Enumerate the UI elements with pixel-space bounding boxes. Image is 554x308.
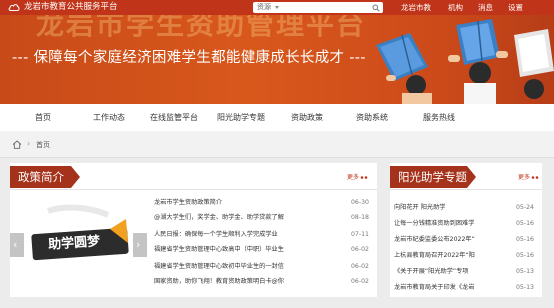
search-box[interactable]: 资源 bbox=[253, 2, 383, 13]
sunshine-panel: 阳光助学专题 更多 向阳花开 阳光助学 05-24 让每一分钱精准资助到困难学 … bbox=[390, 163, 542, 297]
list-item-date: 05-13 bbox=[516, 284, 534, 291]
list-item-date: 07-11 bbox=[351, 231, 369, 238]
chevron-left-icon: ‹ bbox=[13, 238, 18, 251]
breadcrumb-current[interactable]: 首页 bbox=[36, 140, 50, 150]
top-nav-messages[interactable]: 消息 bbox=[478, 1, 493, 14]
top-nav-institutions[interactable]: 机构 bbox=[448, 1, 463, 14]
nav-online-supervision[interactable]: 在线监管平台 bbox=[150, 104, 198, 131]
list-item-date: 06-30 bbox=[351, 199, 369, 206]
cloud-logo-icon bbox=[8, 4, 20, 11]
sunshine-panel-title: 阳光助学专题 bbox=[390, 166, 476, 188]
policy-panel-header: 政策简介 更多 bbox=[10, 163, 377, 190]
policy-more-link[interactable]: 更多 bbox=[347, 172, 368, 181]
banner-title: 龙岩市学生资助管理平台 bbox=[36, 15, 367, 41]
list-item[interactable]: 福建省学生资助管理中心致高中（中职）毕业生 bbox=[154, 245, 338, 255]
list-item[interactable]: 人民日报：确保每一个学生顺利入学完成学业 bbox=[154, 230, 338, 240]
list-item-date: 05-24 bbox=[516, 204, 534, 211]
more-arrow-icon bbox=[531, 176, 539, 179]
policy-image-slider[interactable]: 助学圆梦 ‹ › bbox=[10, 201, 147, 288]
top-bar: 龙岩市教育公共服务平台 资源 龙岩市教 机构 消息 设置 bbox=[0, 0, 554, 15]
list-item[interactable]: 国家资助，助你飞翔！教育资助政策明白卡@你 bbox=[154, 277, 338, 287]
nav-service-hotline[interactable]: 服务热线 bbox=[423, 104, 455, 131]
nav-home[interactable]: 首页 bbox=[35, 104, 51, 131]
top-nav-city-education[interactable]: 龙岩市教 bbox=[401, 1, 431, 14]
nav-aid-policy[interactable]: 资助政策 bbox=[291, 104, 323, 131]
chevron-down-icon bbox=[275, 6, 279, 9]
more-arrow-icon bbox=[360, 176, 368, 179]
list-item-date: 05-13 bbox=[516, 268, 534, 275]
breadcrumb: › 首页 bbox=[0, 131, 554, 158]
hero-banner: 龙岩市学生资助管理平台 --- 保障每个家庭经济困难学生都能健康成长长成才 --… bbox=[0, 15, 554, 104]
slider-next-button[interactable]: › bbox=[133, 233, 147, 257]
nav-work-updates[interactable]: 工作动态 bbox=[93, 104, 125, 131]
banner-slogan: --- 保障每个家庭经济困难学生都能健康成长长成才 --- bbox=[12, 50, 366, 66]
top-nav-settings[interactable]: 设置 bbox=[508, 1, 523, 14]
search-icon[interactable] bbox=[372, 4, 380, 12]
list-item-date: 06-02 bbox=[351, 246, 369, 253]
list-item-date: 05-16 bbox=[516, 236, 534, 243]
list-item[interactable]: 龙岩市教育局关于印发《龙岩 bbox=[394, 283, 512, 293]
list-item-date: 06-02 bbox=[351, 278, 369, 285]
list-item[interactable]: 龙岩市纪委监委公布2022年“ bbox=[394, 235, 512, 245]
list-item[interactable]: 龙岩市学生资助政策简介 bbox=[154, 198, 336, 208]
nav-aid-system[interactable]: 资助系统 bbox=[356, 104, 388, 131]
slide-caption: 助学圆梦 bbox=[47, 234, 101, 253]
list-item[interactable]: 福建省学生资助管理中心致初中毕业生的一封信 bbox=[154, 262, 338, 272]
list-item[interactable]: 向阳花开 阳光助学 bbox=[394, 203, 512, 213]
policy-panel-title: 政策简介 bbox=[10, 166, 80, 188]
sunshine-more-link[interactable]: 更多 bbox=[518, 172, 539, 181]
home-icon[interactable] bbox=[12, 140, 22, 149]
list-item[interactable]: 上杭县教育局召开2022年“阳 bbox=[394, 251, 512, 261]
list-item-date: 05-16 bbox=[516, 252, 534, 259]
list-item[interactable]: 让每一分钱精准资助到困难学 bbox=[394, 219, 512, 229]
breadcrumb-separator-icon: › bbox=[27, 139, 31, 148]
site-title[interactable]: 龙岩市教育公共服务平台 bbox=[24, 1, 118, 14]
reading-students-illustration bbox=[376, 19, 554, 104]
list-item[interactable]: @湖大学生们，奖学金、助学金、助学贷款了解 bbox=[154, 213, 338, 223]
list-item-date: 08-18 bbox=[351, 214, 369, 221]
slider-prev-button[interactable]: ‹ bbox=[10, 233, 24, 257]
list-item-date: 05-16 bbox=[516, 220, 534, 227]
chevron-right-icon: › bbox=[136, 238, 141, 251]
sunshine-panel-header: 阳光助学专题 更多 bbox=[390, 163, 542, 190]
nav-sunshine-aid[interactable]: 阳光助学专题 bbox=[217, 104, 265, 131]
list-item[interactable]: 《关于开展“阳光助学”专项 bbox=[394, 267, 512, 277]
main-nav: 首页 工作动态 在线监管平台 阳光助学专题 资助政策 资助系统 服务热线 bbox=[0, 104, 554, 131]
search-category-select[interactable]: 资源 bbox=[257, 2, 271, 13]
list-item-date: 06-02 bbox=[351, 263, 369, 270]
